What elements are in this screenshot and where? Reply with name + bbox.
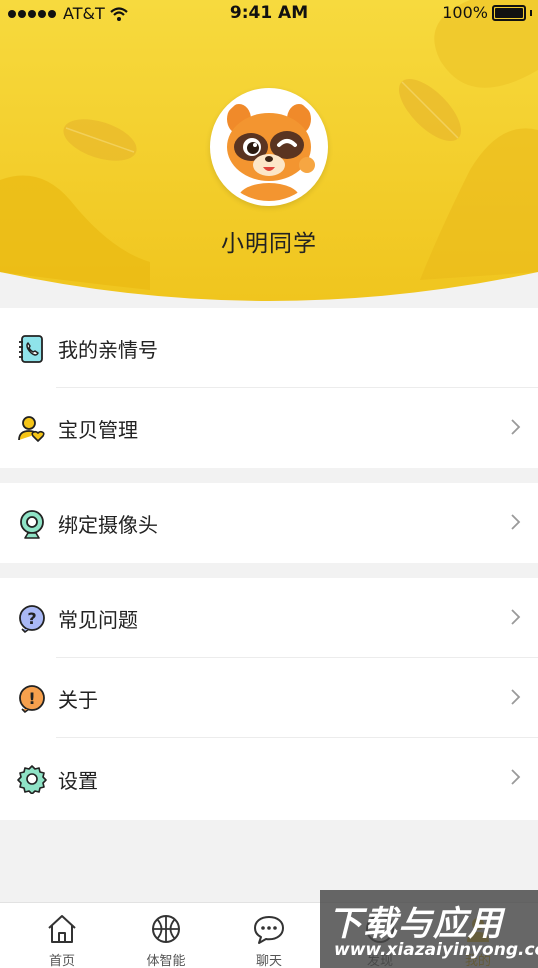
tab-sport-label: 体智能: [146, 954, 186, 968]
tab-chat-label: 聊天: [255, 954, 282, 968]
menu-group-family: 我的亲情号 宝贝管理: [0, 308, 538, 468]
battery-icon: [492, 4, 526, 21]
menu-group-camera: 绑定摄像头: [0, 483, 538, 563]
watermark-title: 下载与应用: [328, 904, 503, 944]
exclamation-icon: !: [19, 685, 45, 713]
gear-icon: [17, 765, 47, 794]
question-icon: ?: [19, 605, 45, 633]
tab-home-label: 首页: [48, 954, 75, 968]
child-heart-icon: [18, 416, 45, 442]
battery-percent: 100%: [442, 3, 488, 22]
menu-item-bind-camera[interactable]: 绑定摄像头: [0, 483, 538, 563]
chevron-right-icon: [511, 769, 521, 785]
phone-book-icon: [19, 335, 43, 363]
status-bar: AT&T 9:41 AM 100%: [0, 0, 538, 28]
tab-sport[interactable]: 体智能: [116, 903, 216, 968]
camera-icon: [20, 510, 44, 539]
profile-name: 小明同学: [221, 231, 317, 257]
basketball-icon: [152, 915, 180, 943]
chevron-right-icon: [511, 514, 521, 530]
profile-header: AT&T 9:41 AM 100% 小明同学: [0, 0, 538, 310]
chevron-right-icon: [511, 419, 521, 435]
menu-item-child-management[interactable]: 宝贝管理: [0, 388, 538, 468]
menu-label-about: 关于: [58, 687, 98, 712]
raccoon-mascot-icon: [215, 93, 323, 201]
chevron-right-icon: [511, 609, 521, 625]
watermark-url: www.xiazaiyinyong.com: [334, 940, 538, 960]
menu-item-faq[interactable]: ? 常见问题: [0, 578, 538, 658]
svg-text:!: !: [28, 689, 35, 708]
menu-label-bind-camera: 绑定摄像头: [58, 512, 158, 537]
menu-group-help: ? 常见问题 ! 关于 设置: [0, 578, 538, 820]
watermark: 下载与应用 www.xiazaiyinyong.com: [320, 890, 538, 968]
tab-chat[interactable]: 聊天: [219, 903, 319, 968]
menu-item-about[interactable]: ! 关于: [0, 658, 538, 738]
menu-item-family-numbers[interactable]: 我的亲情号: [0, 308, 538, 388]
menu-label-family-numbers: 我的亲情号: [58, 337, 158, 362]
menu-item-settings[interactable]: 设置: [0, 738, 538, 820]
svg-text:?: ?: [27, 609, 36, 628]
menu-label-child-management: 宝贝管理: [58, 417, 138, 442]
menu-label-settings: 设置: [58, 768, 98, 793]
home-icon: [48, 915, 76, 943]
chevron-right-icon: [511, 689, 521, 705]
chat-icon: [254, 916, 284, 944]
tab-home[interactable]: 首页: [12, 903, 112, 968]
menu-label-faq: 常见问题: [58, 607, 138, 632]
battery: 100%: [442, 3, 532, 22]
avatar[interactable]: [210, 88, 328, 206]
